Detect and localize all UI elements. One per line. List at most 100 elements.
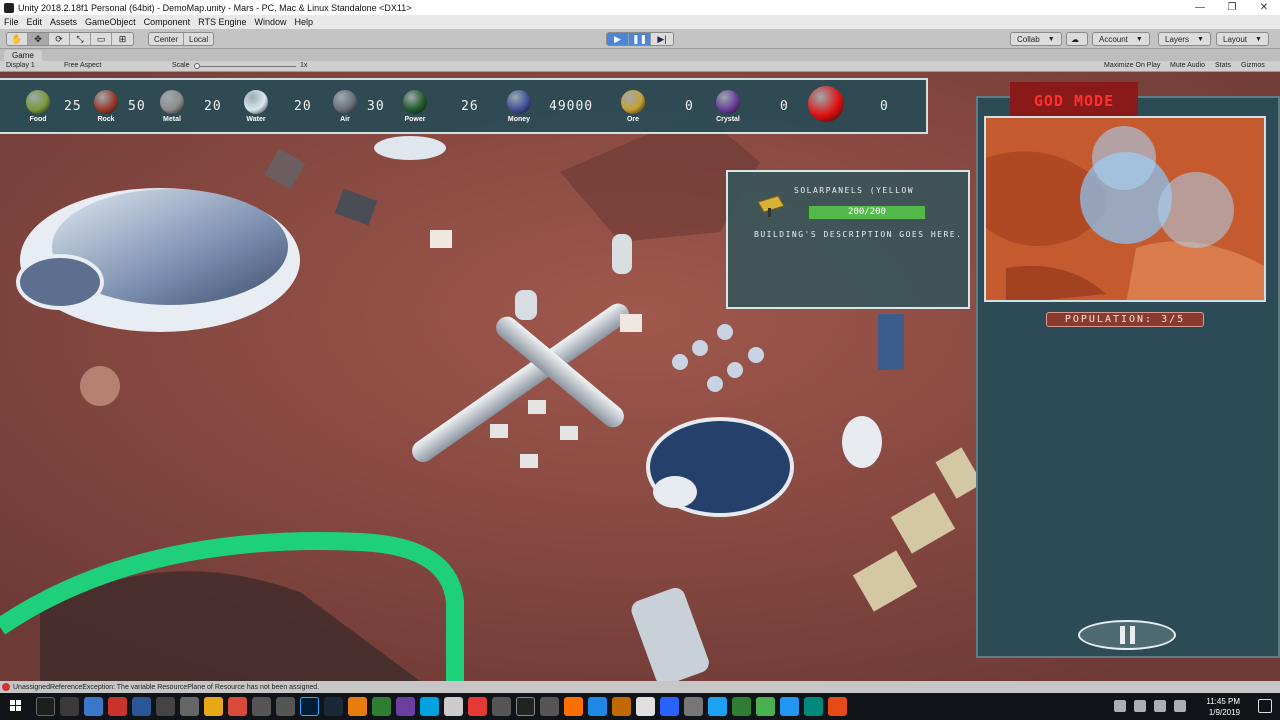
rover — [520, 454, 538, 468]
app-icon[interactable] — [252, 697, 271, 716]
maximize-on-play-toggle[interactable]: Maximize On Play — [1104, 62, 1160, 69]
tank-tower — [612, 234, 632, 274]
windows-taskbar: 11:45 PM 1/9/2019 — [0, 693, 1280, 720]
pivot-toggles: Center Local — [148, 32, 215, 46]
red-orb-icon — [808, 86, 844, 122]
cloud-button[interactable]: ☁ — [1066, 32, 1088, 46]
display-dropdown[interactable]: Display 1 — [6, 62, 35, 69]
close-button[interactable]: ✕ — [1248, 2, 1280, 13]
tab-game[interactable]: Game — [4, 50, 42, 61]
step-button-icon[interactable]: ▶| — [651, 33, 673, 45]
stats-toggle[interactable]: Stats — [1215, 62, 1231, 69]
volume-icon[interactable] — [1174, 700, 1186, 712]
folder-icon[interactable] — [204, 697, 223, 716]
restore-button[interactable]: ❐ — [1216, 2, 1248, 13]
app-icon[interactable] — [564, 697, 583, 716]
pause-button-icon[interactable]: ❚❚ — [629, 33, 651, 45]
resource-value: 0 — [780, 99, 789, 114]
app-icon[interactable] — [468, 697, 487, 716]
app-icon[interactable] — [636, 697, 655, 716]
photoshop-icon[interactable] — [300, 697, 319, 716]
app-icon[interactable] — [660, 697, 679, 716]
god-mode-button[interactable]: GOD MODE — [1010, 82, 1138, 120]
word-icon[interactable] — [132, 697, 151, 716]
play-button-icon[interactable]: ▶ — [607, 33, 629, 45]
unit — [672, 354, 688, 370]
account-dropdown[interactable]: Account ▼ — [1092, 32, 1150, 46]
app-icon[interactable] — [396, 697, 415, 716]
task-view-icon[interactable] — [36, 697, 55, 716]
chevron-up-icon[interactable] — [1134, 700, 1146, 712]
rect-tool-icon[interactable]: ▭ — [91, 33, 112, 45]
clock[interactable]: 11:45 PM 1/9/2019 — [1206, 696, 1240, 718]
network-icon[interactable] — [1154, 700, 1166, 712]
pivot-center-button[interactable]: Center — [149, 33, 185, 45]
rock-white — [374, 136, 446, 160]
app-icon[interactable] — [756, 697, 775, 716]
app-icon[interactable] — [492, 697, 511, 716]
menu-rts-engine[interactable]: RTS Engine — [198, 17, 246, 27]
menu-help[interactable]: Help — [295, 17, 314, 27]
app-icon[interactable] — [372, 697, 391, 716]
pivot-local-button[interactable]: Local — [184, 33, 213, 45]
chrome-icon[interactable] — [228, 697, 247, 716]
transform-tool-icon[interactable]: ⊞ — [112, 33, 133, 45]
unity-icon[interactable] — [516, 697, 535, 716]
person-icon[interactable] — [1114, 700, 1126, 712]
minimize-button[interactable]: — — [1184, 2, 1216, 13]
layers-dropdown[interactable]: Layers ▼ — [1158, 32, 1211, 46]
console-status-bar[interactable]: UnassignedReferenceException: The variab… — [0, 681, 1280, 693]
pause-game-button[interactable] — [1078, 620, 1176, 650]
scale-slider-handle[interactable] — [194, 63, 200, 69]
menu-gameobject[interactable]: GameObject — [85, 17, 136, 27]
menu-component[interactable]: Component — [144, 17, 191, 27]
minimap[interactable] — [984, 116, 1266, 302]
scale-tool-icon[interactable]: ⤡ — [70, 33, 91, 45]
chrome-icon[interactable] — [60, 697, 79, 716]
tank-tower — [515, 290, 537, 320]
resource-value: 0 — [685, 99, 694, 114]
menu-edit[interactable]: Edit — [27, 17, 43, 27]
app-icon[interactable] — [588, 697, 607, 716]
app-icon[interactable] — [180, 697, 199, 716]
app-icon[interactable] — [420, 697, 439, 716]
hand-tool-icon[interactable]: ✋ — [7, 33, 28, 45]
app-icon[interactable] — [828, 697, 847, 716]
pivot-label: Center — [154, 34, 179, 44]
chevron-down-icon: ▼ — [1135, 35, 1143, 43]
scale-slider[interactable] — [196, 66, 296, 67]
start-button[interactable] — [10, 700, 22, 712]
file-explorer-icon[interactable] — [84, 697, 103, 716]
app-icon[interactable] — [276, 697, 295, 716]
rotate-tool-icon[interactable]: ⟳ — [49, 33, 70, 45]
skype-icon[interactable] — [708, 697, 727, 716]
blender-icon[interactable] — [348, 697, 367, 716]
app-icon[interactable] — [780, 697, 799, 716]
app-icon[interactable] — [684, 697, 703, 716]
menu-assets[interactable]: Assets — [50, 17, 77, 27]
app-icon[interactable] — [108, 697, 127, 716]
game-viewport[interactable]: Food 25 Rock 50 Metal 20 Water 20 Air 30… — [0, 72, 1280, 681]
move-tool-icon[interactable]: ✥ — [28, 33, 49, 45]
aspect-dropdown[interactable]: Free Aspect — [64, 62, 101, 69]
app-icon[interactable] — [732, 697, 751, 716]
menu-window[interactable]: Window — [254, 17, 286, 27]
resource-label: Ore — [626, 116, 640, 123]
notification-icon[interactable] — [1258, 699, 1272, 713]
building-health-text: 200/200 — [848, 207, 886, 217]
layout-dropdown[interactable]: Layout ▼ — [1216, 32, 1269, 46]
mute-audio-toggle[interactable]: Mute Audio — [1170, 62, 1205, 69]
app-icon[interactable] — [156, 697, 175, 716]
steam-icon[interactable] — [324, 697, 343, 716]
app-icon[interactable] — [540, 697, 559, 716]
air-icon — [333, 90, 357, 114]
menu-file[interactable]: File — [4, 17, 19, 27]
gizmos-dropdown[interactable]: Gizmos — [1241, 62, 1265, 69]
collab-dropdown[interactable]: Collab ▼ — [1010, 32, 1062, 46]
supply-crate — [620, 314, 642, 332]
bridge-icon[interactable] — [612, 697, 631, 716]
resource-value: 25 — [64, 99, 82, 114]
building-name: SOLARPANELS (YELLOW — [794, 186, 915, 195]
app-icon[interactable] — [804, 697, 823, 716]
app-icon[interactable] — [444, 697, 463, 716]
